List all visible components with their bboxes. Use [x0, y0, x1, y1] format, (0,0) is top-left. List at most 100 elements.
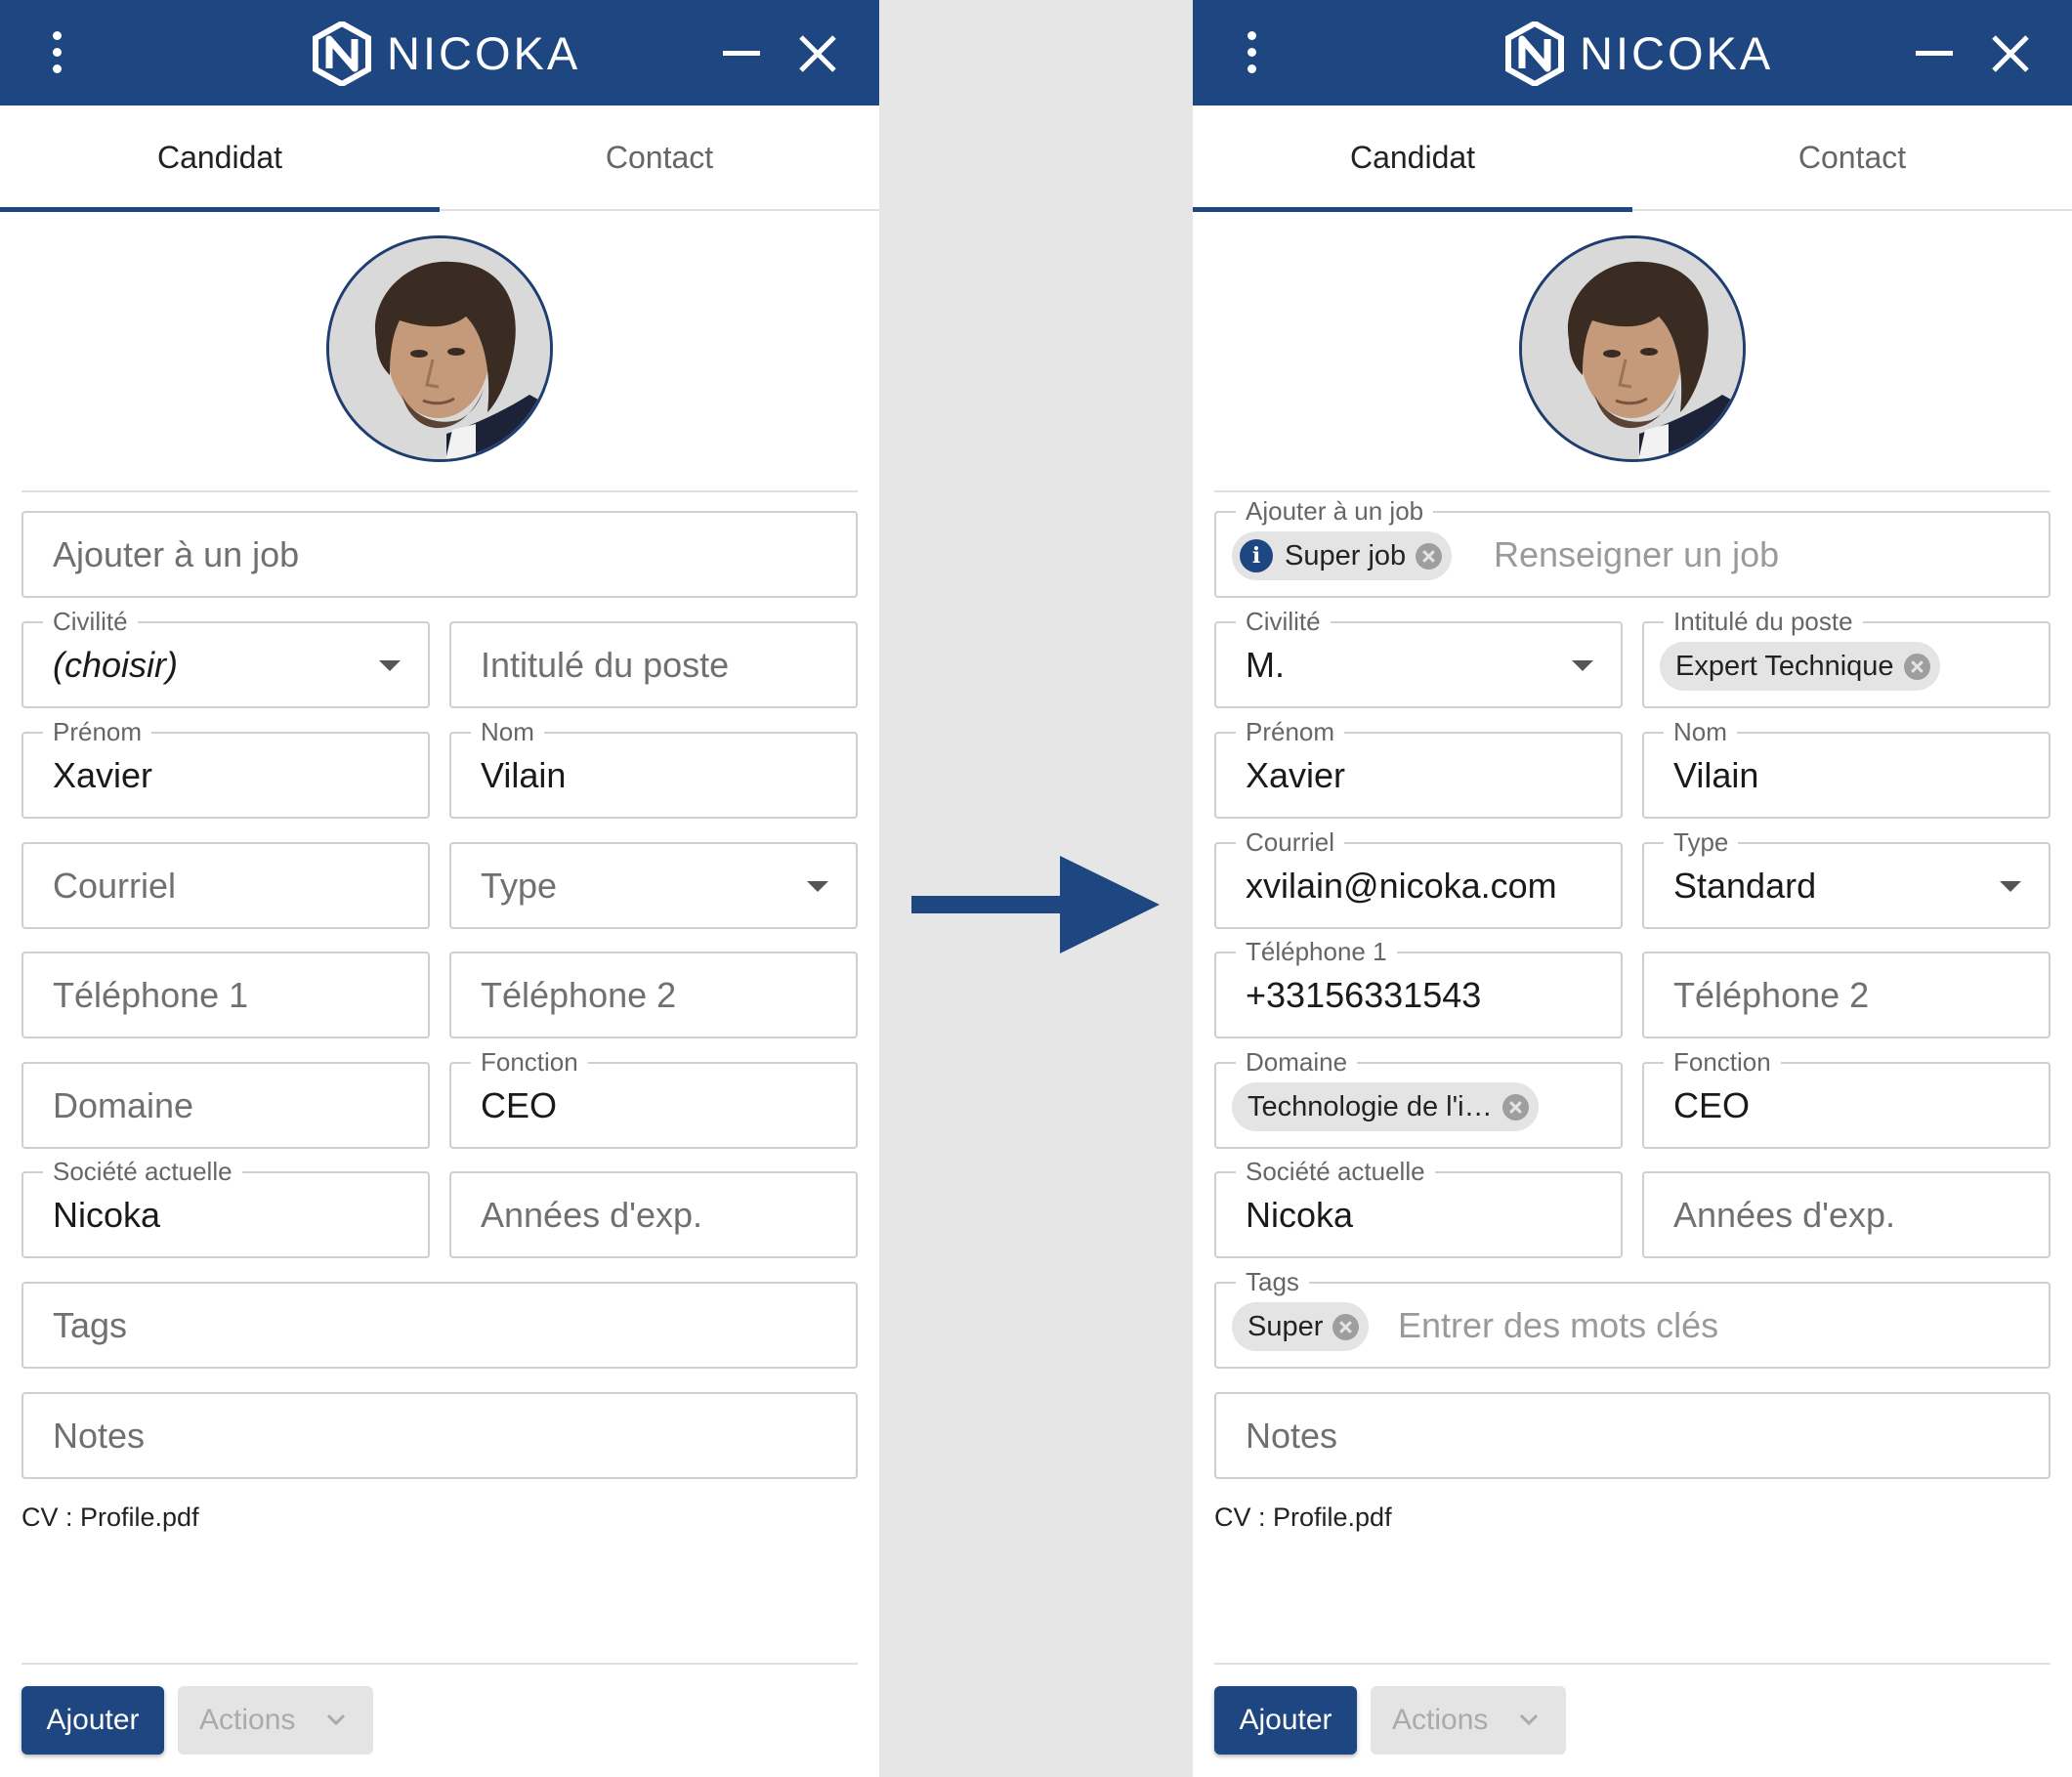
ajouter-button[interactable]: Ajouter	[21, 1686, 164, 1755]
job-placeholder: Renseigner un job	[1494, 534, 1780, 574]
notes-placeholder: Notes	[53, 1416, 146, 1456]
tag-chip[interactable]: Super	[1232, 1302, 1370, 1351]
remove-chip-icon[interactable]	[1416, 542, 1443, 570]
app-header: NICOKA	[0, 0, 879, 106]
dropdown-arrow-icon[interactable]	[807, 881, 828, 892]
intitule-chip-label: Expert Technique	[1675, 650, 1894, 682]
cv-link[interactable]: CV : Profile.pdf	[1214, 1502, 1392, 1533]
chevron-down-icon	[326, 1714, 346, 1726]
domaine-field[interactable]: Domaine Technologie de l'i…	[1214, 1048, 1623, 1149]
section-divider	[1214, 490, 2051, 492]
candidate-avatar[interactable]	[326, 235, 553, 462]
more-vert-icon[interactable]	[1238, 31, 1267, 74]
actions-button[interactable]: Actions	[178, 1686, 373, 1755]
courriel-field[interactable]: Courriel xvilain@nicoka.com	[1214, 828, 1623, 929]
cv-link[interactable]: CV : Profile.pdf	[21, 1502, 199, 1533]
job-chip[interactable]: i Super job	[1232, 531, 1453, 580]
intitule-chip[interactable]: Expert Technique	[1660, 642, 1940, 691]
type-select[interactable]: Type	[449, 842, 858, 929]
tab-bar: Candidat Contact	[0, 106, 879, 212]
nicoka-logo: NICOKA	[313, 20, 577, 86]
type-select[interactable]: Type Standard	[1642, 828, 2051, 929]
telephone1-placeholder: Téléphone 1	[53, 975, 249, 1015]
logo-text: NICOKA	[387, 27, 581, 79]
telephone2-field[interactable]: Téléphone 2	[449, 952, 858, 1038]
remove-chip-icon[interactable]	[1903, 653, 1930, 680]
avatar-photo	[329, 238, 550, 459]
domaine-field[interactable]: Domaine	[21, 1062, 430, 1149]
tab-candidat[interactable]: Candidat	[1193, 106, 1632, 212]
civilite-select[interactable]: Civilité M.	[1214, 608, 1623, 708]
domaine-placeholder: Domaine	[53, 1085, 194, 1125]
tags-field[interactable]: Tags	[21, 1282, 858, 1369]
actions-button[interactable]: Actions	[1371, 1686, 1566, 1755]
annees-placeholder: Années d'exp.	[481, 1195, 703, 1235]
tab-candidat[interactable]: Candidat	[0, 106, 440, 212]
avatar-photo	[1522, 238, 1743, 459]
job-placeholder: Ajouter à un job	[53, 534, 300, 574]
job-field[interactable]: Ajouter à un job	[21, 511, 858, 598]
societe-field[interactable]: Société actuelle Nicoka	[1214, 1158, 1623, 1258]
fonction-value: CEO	[481, 1085, 558, 1125]
societe-field[interactable]: Société actuelle Nicoka	[21, 1158, 430, 1258]
notes-field[interactable]: Notes	[21, 1392, 858, 1479]
prenom-value: Xavier	[1246, 755, 1346, 795]
ajouter-button[interactable]: Ajouter	[1214, 1686, 1357, 1755]
job-chip-label: Super job	[1285, 539, 1407, 571]
job-field[interactable]: Ajouter à un job i Super job Renseigner …	[1214, 497, 2051, 598]
prenom-field[interactable]: Prénom Xavier	[1214, 718, 1623, 819]
form-panel-before: NICOKA Candidat Contact Ajouter à un job…	[0, 0, 879, 1777]
type-value: Standard	[1673, 866, 1817, 906]
domaine-chip[interactable]: Technologie de l'i…	[1232, 1082, 1539, 1131]
close-icon[interactable]	[797, 33, 838, 74]
tags-field[interactable]: Tags Super Entrer des mots clés	[1214, 1268, 2051, 1369]
courriel-field[interactable]: Courriel	[21, 842, 430, 929]
dropdown-arrow-icon[interactable]	[1572, 660, 1593, 671]
civilite-value: M.	[1246, 645, 1285, 685]
nom-value: Vilain	[1673, 755, 1759, 795]
annees-field[interactable]: Années d'exp.	[449, 1171, 858, 1258]
tab-contact[interactable]: Contact	[440, 106, 879, 211]
annees-placeholder: Années d'exp.	[1673, 1195, 1896, 1235]
nom-field[interactable]: Nom Vilain	[1642, 718, 2051, 819]
candidate-avatar[interactable]	[1519, 235, 1746, 462]
prenom-value: Xavier	[53, 755, 153, 795]
actions-label: Actions	[1392, 1704, 1489, 1736]
tags-placeholder: Entrer des mots clés	[1398, 1305, 1719, 1345]
domaine-label: Domaine	[1236, 1048, 1358, 1076]
remove-chip-icon[interactable]	[1501, 1093, 1529, 1121]
actions-label: Actions	[199, 1704, 296, 1736]
prenom-field[interactable]: Prénom Xavier	[21, 718, 430, 819]
fonction-field[interactable]: Fonction CEO	[449, 1048, 858, 1149]
tab-contact[interactable]: Contact	[1632, 106, 2072, 211]
dropdown-arrow-icon[interactable]	[2000, 881, 2021, 892]
intitule-field[interactable]: Intitulé du poste Expert Technique	[1642, 608, 2051, 708]
courriel-value: xvilain@nicoka.com	[1246, 866, 1557, 906]
notes-field[interactable]: Notes	[1214, 1392, 2051, 1479]
minimize-icon[interactable]	[1916, 51, 1953, 56]
close-icon[interactable]	[1990, 33, 2031, 74]
fonction-field[interactable]: Fonction CEO	[1642, 1048, 2051, 1149]
civilite-select[interactable]: Civilité (choisir)	[21, 608, 430, 708]
telephone2-field[interactable]: Téléphone 2	[1642, 952, 2051, 1038]
telephone1-field[interactable]: Téléphone 1 +33156331543	[1214, 938, 1623, 1038]
tags-label: Tags	[1236, 1268, 1309, 1295]
more-vert-icon[interactable]	[43, 31, 72, 74]
dropdown-arrow-icon[interactable]	[379, 660, 401, 671]
nicoka-logo-icon	[313, 21, 371, 86]
telephone1-field[interactable]: Téléphone 1	[21, 952, 430, 1038]
tab-bar: Candidat Contact	[1193, 106, 2072, 212]
societe-value: Nicoka	[53, 1195, 161, 1235]
remove-chip-icon[interactable]	[1332, 1313, 1360, 1340]
logo-text: NICOKA	[1580, 27, 1774, 79]
telephone1-value: +33156331543	[1246, 975, 1482, 1015]
nicoka-logo-icon	[1505, 21, 1564, 86]
courriel-placeholder: Courriel	[53, 866, 177, 906]
section-divider	[21, 490, 858, 492]
minimize-icon[interactable]	[723, 51, 760, 56]
nom-field[interactable]: Nom Vilain	[449, 718, 858, 819]
intitule-field[interactable]: Intitulé du poste	[449, 621, 858, 708]
intitule-label: Intitulé du poste	[1664, 608, 1863, 635]
annees-field[interactable]: Années d'exp.	[1642, 1171, 2051, 1258]
tags-placeholder: Tags	[53, 1305, 128, 1345]
